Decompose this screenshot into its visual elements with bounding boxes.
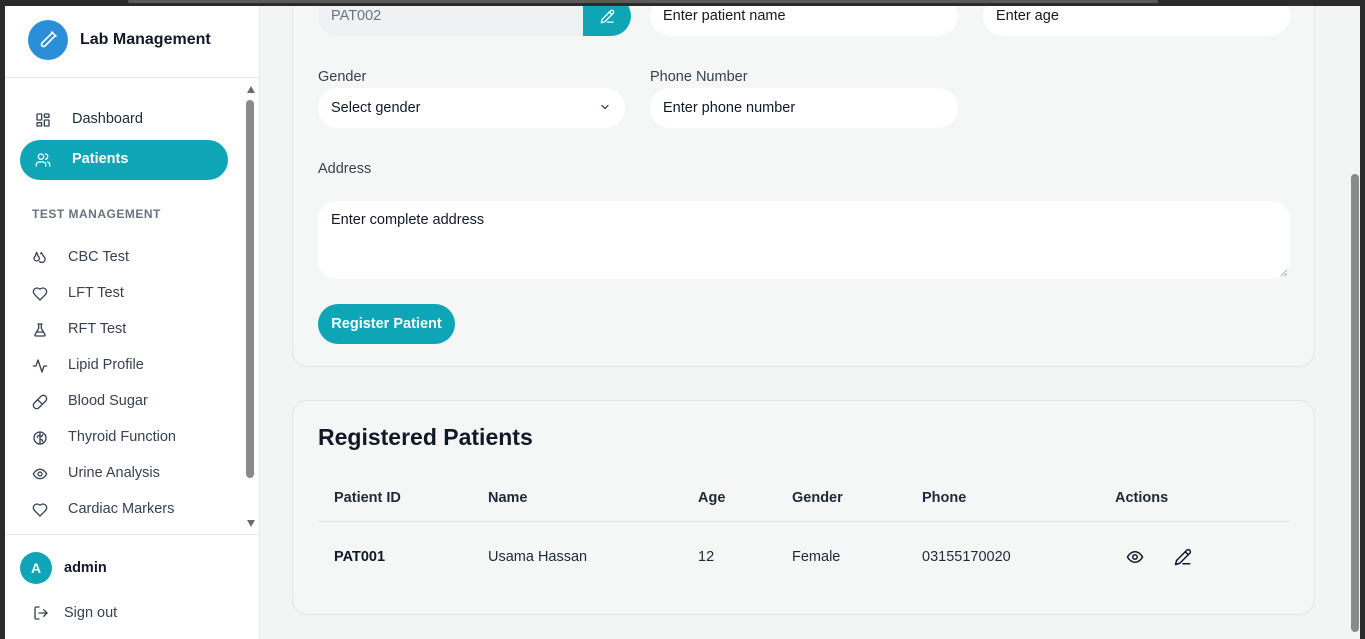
sidebar-item-urine-analysis[interactable]: Urine Analysis <box>20 459 228 489</box>
edit-icon[interactable] <box>1174 548 1192 566</box>
chevron-down-icon <box>601 104 609 110</box>
sidebar-item-label: RFT Test <box>68 321 127 337</box>
sidebar-item-label: Dashboard <box>72 111 143 127</box>
sidebar-item-lft-test[interactable]: LFT Test <box>20 279 228 309</box>
column-header: Patient ID <box>334 490 401 506</box>
heart-icon <box>32 287 48 301</box>
view-icon[interactable] <box>1126 548 1144 566</box>
sidebar-item-patients[interactable]: Patients <box>20 140 228 180</box>
column-header: Actions <box>1115 490 1169 506</box>
brand-header: Lab Management <box>5 6 259 78</box>
phone-input[interactable]: Enter phone number <box>650 88 958 128</box>
dashboard-icon <box>36 113 50 127</box>
cell-age: 12 <box>698 549 715 565</box>
app-window: Lab Management Dashboard Patients TEST M… <box>5 6 1360 639</box>
sidebar-item-lipid-profile[interactable]: Lipid Profile <box>20 351 228 381</box>
phone-label: Phone Number <box>650 69 748 85</box>
section-title: Registered Patients <box>318 424 533 450</box>
sidebar-item-label: Lipid Profile <box>68 357 144 373</box>
sidebar-item-dashboard[interactable]: Dashboard <box>20 100 228 140</box>
table-divider <box>318 521 1290 522</box>
registered-patients-card: Registered Patients Patient ID Name Age … <box>292 400 1315 615</box>
generate-id-button[interactable] <box>583 6 631 36</box>
gender-select[interactable]: Select gender <box>318 88 625 128</box>
column-header: Name <box>488 490 528 506</box>
sidebar-item-label: LFT Test <box>68 285 124 301</box>
scroll-up-arrow-icon[interactable] <box>247 86 255 93</box>
cell-phone: 03155170020 <box>922 549 1011 565</box>
main-scroll-thumb[interactable] <box>1351 174 1359 632</box>
cell-gender: Female <box>792 549 841 565</box>
avatar[interactable]: A <box>20 552 52 584</box>
activity-icon <box>32 359 48 373</box>
sidebar-item-cbc-test[interactable]: CBC Test <box>20 243 228 273</box>
brain-icon <box>33 431 47 445</box>
gender-label: Gender <box>318 69 367 85</box>
column-header: Age <box>698 490 726 506</box>
sidebar-item-rft-test[interactable]: RFT Test <box>20 315 228 345</box>
scroll-down-arrow-icon[interactable] <box>247 520 255 527</box>
user-footer: A admin Sign out <box>5 534 259 639</box>
sidebar-nav: Dashboard Patients TEST MANAGEMENT CBC T… <box>5 78 259 534</box>
sign-out-label: Sign out <box>64 605 118 621</box>
sidebar-item-label: Cardiac Markers <box>68 501 175 517</box>
cell-name: Usama Hassan <box>488 549 588 565</box>
cell-patient-id: PAT001 <box>334 549 386 565</box>
address-placeholder: Enter complete address <box>331 212 485 228</box>
patient-name-input[interactable]: Enter patient name <box>650 6 958 36</box>
address-label: Address <box>318 161 372 177</box>
sidebar-item-label: Thyroid Function <box>68 429 176 445</box>
age-input[interactable]: Enter age <box>983 6 1290 36</box>
sidebar: Lab Management Dashboard Patients TEST M… <box>5 6 260 639</box>
sidebar-item-label: Urine Analysis <box>68 465 160 481</box>
sidebar-item-label: CBC Test <box>68 249 129 265</box>
app-title: Lab Management <box>80 31 211 48</box>
sidebar-scroll-thumb[interactable] <box>246 100 254 478</box>
heart-icon <box>32 503 48 517</box>
flask-icon <box>34 323 46 337</box>
username: admin <box>64 560 107 576</box>
resize-handle-icon[interactable] <box>1279 268 1288 277</box>
address-textarea[interactable]: Enter complete address <box>318 201 1290 279</box>
gender-select-value: Select gender <box>331 100 421 116</box>
users-icon <box>35 153 51 167</box>
pencil-icon <box>600 9 614 23</box>
column-header: Gender <box>792 490 843 506</box>
test-tube-icon <box>28 20 68 60</box>
column-header: Phone <box>922 490 967 506</box>
droplets-icon <box>33 251 46 264</box>
section-label-test-management: TEST MANAGEMENT <box>32 207 161 221</box>
main-scrollbar[interactable] <box>1349 6 1360 639</box>
register-patient-button[interactable]: Register Patient <box>318 304 455 344</box>
eye-icon <box>32 468 48 480</box>
sidebar-item-thyroid-function[interactable]: Thyroid Function <box>20 423 228 453</box>
sidebar-item-label: Patients <box>72 151 129 167</box>
pill-icon <box>32 394 48 410</box>
sign-out-button[interactable]: Sign out <box>20 599 220 627</box>
top-scroll-thumb[interactable] <box>128 0 1158 3</box>
patient-id-field[interactable]: PAT002 <box>318 6 583 36</box>
patient-registration-card: PAT002 Enter patient name Enter age Gend… <box>292 6 1315 367</box>
log-out-icon <box>34 606 48 620</box>
sidebar-item-cardiac-markers[interactable]: Cardiac Markers <box>20 495 228 525</box>
sidebar-item-blood-sugar[interactable]: Blood Sugar <box>20 387 228 417</box>
main-content: PAT002 Enter patient name Enter age Gend… <box>260 6 1360 639</box>
sidebar-item-label: Blood Sugar <box>68 393 148 409</box>
sidebar-scrollbar[interactable] <box>245 84 257 530</box>
